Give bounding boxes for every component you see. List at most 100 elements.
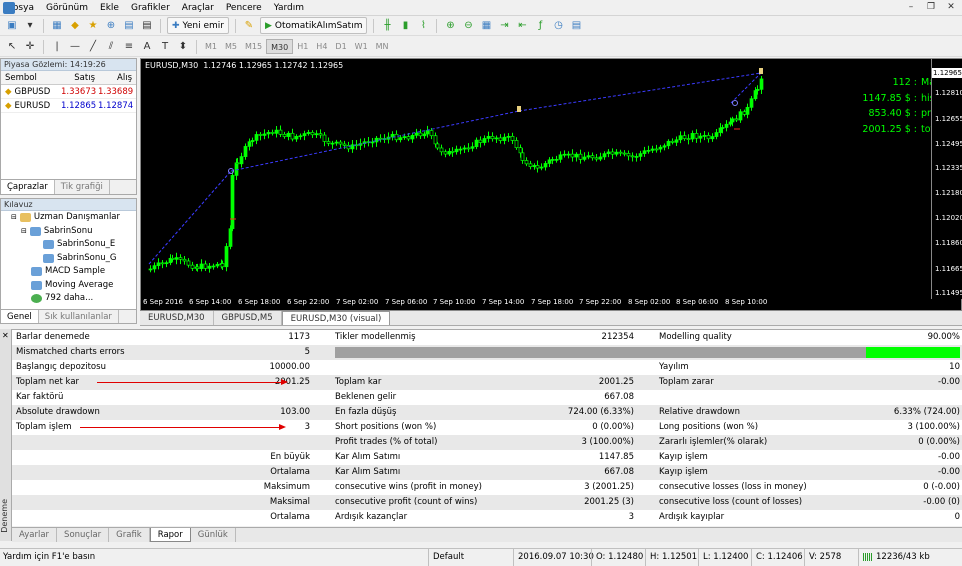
data-window-icon[interactable]: ★ [85,18,101,34]
tree-item-macd-sample[interactable]: MACD Sample [1,265,136,279]
zoom-out-icon[interactable]: ⊖ [460,18,476,34]
menu-insert[interactable]: Ekle [94,0,125,16]
text-icon[interactable]: A [139,39,155,55]
report-table: Barlar denemede 1173 Tikler modellenmiş 212… [12,329,962,526]
tester-icon[interactable]: ▤ [139,18,155,34]
tile-windows-icon[interactable]: ▦ [478,18,494,34]
tab-results[interactable]: Sonuçlar [57,528,110,542]
tf-m5[interactable]: M5 [221,39,241,54]
tab-crosses[interactable]: Çaprazlar [1,180,55,194]
price-chart[interactable]: EURUSD,M30 1.12746 1.12965 1.12742 1.129… [140,58,962,311]
candle [342,143,347,146]
candlestick-icon[interactable]: ▮ [397,18,413,34]
candle [650,148,655,151]
arrows-icon[interactable]: ⬍ [175,39,191,55]
candle [278,129,283,135]
menu-help[interactable]: Yardım [268,0,310,16]
candle [306,132,311,134]
restore-icon[interactable]: ❐ [922,1,940,14]
auto-scroll-icon[interactable]: ⇥ [496,18,512,34]
tab-general[interactable]: Genel [1,310,39,323]
trade-line [148,170,232,265]
tree-item-moving-average[interactable]: Moving Average [1,279,136,293]
candle [199,263,204,269]
tab-favorites[interactable]: Sık kullanılanlar [39,310,119,323]
status-profile[interactable]: Default [428,549,512,566]
candle [524,160,529,165]
crosshair-icon[interactable]: ✛ [22,39,38,55]
candle [582,156,587,160]
auto-trading-button[interactable]: ▶ OtomatikAlımSatım [259,17,368,34]
candle [378,137,383,140]
indicators-icon[interactable]: ƒ [532,18,548,34]
tab-report[interactable]: Rapor [149,528,191,542]
candle [422,133,427,137]
tab-journal[interactable]: Günlük [191,528,236,542]
horizontal-line-icon[interactable]: — [67,39,83,55]
tab-settings[interactable]: Ayarlar [12,528,58,542]
tab-graph[interactable]: Grafik [109,528,150,542]
chart-tab-eurusd-visual[interactable]: EURUSD,M30 (visual) [281,311,391,325]
candle [498,137,503,141]
candle [622,152,627,155]
minimize-icon[interactable]: – [902,1,920,14]
market-watch-icon[interactable]: ◆ [67,18,83,34]
tf-m30[interactable]: M30 [266,39,294,54]
label-icon[interactable]: T [157,39,173,55]
status-time: 2016.09.07 10:30 [513,549,594,566]
tf-w1[interactable]: W1 [351,39,372,54]
tf-m15[interactable]: M15 [241,39,266,54]
tf-h1[interactable]: H1 [293,39,312,54]
zoom-in-icon[interactable]: ⊕ [442,18,458,34]
candle [562,153,567,156]
tab-tick-chart[interactable]: Tik grafiği [55,180,110,194]
tf-d1[interactable]: D1 [331,39,350,54]
candle [674,139,679,143]
templates-icon[interactable]: ▤ [568,18,584,34]
chart-tab-gbpusd-m5[interactable]: GBPUSD,M5 [214,311,282,325]
tf-m1[interactable]: M1 [201,39,221,54]
tree-item-sabrinsonu-g[interactable]: SabrinSonu_G [1,252,136,266]
new-order-button[interactable]: ✚ Yeni emir [167,17,229,34]
market-watch-row[interactable]: ◆ GBPUSD 1.33673 1.33689 [1,85,136,99]
close-icon[interactable]: ✕ [942,1,960,14]
expert-folder-icon [19,213,31,223]
channel-icon[interactable]: ⫽ [103,39,119,55]
chart-list-icon[interactable]: ▾ [22,18,38,34]
report-cell-l1: Toplam işlem [16,422,72,432]
menu-charts[interactable]: Grafikler [125,0,176,16]
menu-tools[interactable]: Araçlar [176,0,220,16]
candle [439,147,444,153]
periods-icon[interactable]: ◷ [550,18,566,34]
tf-h4[interactable]: H4 [312,39,331,54]
tree-item-sabrinsonu[interactable]: ⊟ SabrinSonu [1,225,136,239]
tree-item-expert-advisors[interactable]: ⊟ Uzman Danışmanlar [1,211,136,225]
line-chart-icon[interactable]: ⌇ [415,18,431,34]
new-chart-icon[interactable]: ▣ [4,18,20,34]
report-row: Profit trades (% of total) 3 (100.00%) Zar… [12,435,962,450]
terminal-icon[interactable]: ▤ [121,18,137,34]
candle [738,111,743,121]
chart-tab-eurusd-m30[interactable]: EURUSD,M30 [140,311,214,325]
report-cell-v2: 212354 [601,332,634,342]
vertical-line-icon[interactable]: | [49,39,65,55]
metaeditor-icon[interactable]: ✎ [241,18,257,34]
market-watch-row[interactable]: ◆ EURUSD 1.12865 1.12874 [1,99,136,113]
tf-mn[interactable]: MN [372,39,393,54]
navigator-icon[interactable]: ⊕ [103,18,119,34]
x-tick: 7 Sep 02:00 [336,298,379,306]
menu-view[interactable]: Görünüm [40,0,94,16]
report-cell-v3: 0 (0.00%) [918,437,960,447]
tree-item-sabrinsonu-e[interactable]: SabrinSonu_E [1,238,136,252]
tree-item-more[interactable]: 792 daha... [1,292,136,306]
menu-window[interactable]: Pencere [220,0,268,16]
profiles-icon[interactable]: ▦ [49,18,65,34]
cursor-icon[interactable]: ↖ [4,39,20,55]
bar-chart-icon[interactable]: ╫ [379,18,395,34]
trendline-icon[interactable]: ╱ [85,39,101,55]
chart-shift-icon[interactable]: ⇤ [514,18,530,34]
candle [502,136,507,141]
report-cell-v2: 3 (100.00%) [581,437,634,447]
fibonacci-icon[interactable]: ≡ [121,39,137,55]
close-tester-icon[interactable]: ✕ [2,331,9,340]
